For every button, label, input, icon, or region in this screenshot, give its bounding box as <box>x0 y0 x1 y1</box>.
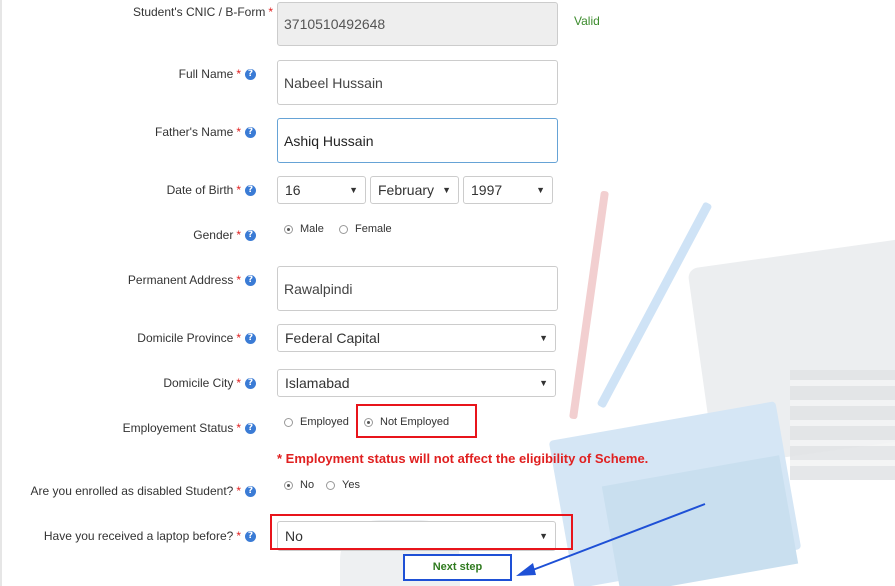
registration-form: Student's CNIC / B-Form * 3710510492648 V… <box>0 0 895 586</box>
pointer-arrow-icon <box>516 503 706 576</box>
